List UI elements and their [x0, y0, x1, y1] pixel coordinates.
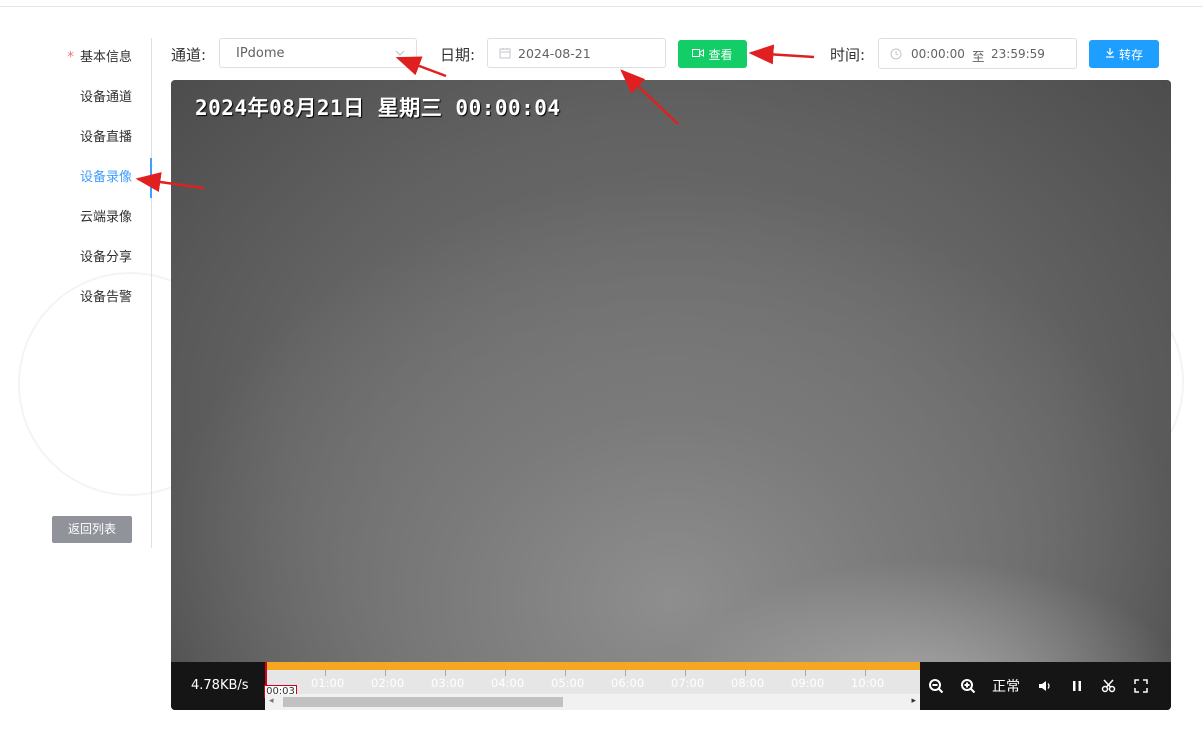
time-start-value: 00:00:00: [911, 47, 965, 61]
sidebar-active-indicator: [150, 158, 152, 198]
sidebar-nav: * 基本信息 设备通道 设备直播 设备录像 云端录像 设备分享 设备告警 返回列…: [0, 38, 152, 548]
sidebar-item-label: 基本信息: [79, 50, 132, 65]
channel-label: 通道:: [171, 46, 207, 64]
timeline-tick-label: 03:00: [431, 676, 465, 690]
sidebar-item-device-share[interactable]: 设备分享: [80, 238, 132, 278]
video-osd-timestamp: 2024年08月21日 星期三 00:00:04: [195, 96, 561, 120]
view-button-label: 查看: [708, 47, 733, 62]
video-player[interactable]: 2024年08月21日 星期三 00:00:04 4.78KB/s 01:00 0…: [171, 80, 1171, 710]
timeline-tick-label: 04:00: [491, 676, 525, 690]
timeline-ticks: 01:00 02:00 03:00 04:00 05:00 06:00 07:00 08:00…: [265, 670, 920, 692]
timeline-tick-label: 08:00: [731, 676, 765, 690]
bitrate-display: 4.78KB/s: [191, 678, 249, 693]
sidebar-item-label: 云端录像: [79, 210, 132, 225]
timeline-tick-label: 02:00: [371, 676, 405, 690]
playback-timeline[interactable]: 01:00 02:00 03:00 04:00 05:00 06:00 07:00 08:00…: [264, 662, 920, 710]
pause-icon[interactable]: [1071, 674, 1083, 698]
sidebar-divider: [151, 38, 152, 548]
save-button[interactable]: 转存: [1089, 40, 1159, 68]
scrollbar-thumb[interactable]: [283, 697, 563, 707]
player-control-bar: 4.78KB/s 01:00 02:00 03:00 04:00 05:00 06:00 0…: [171, 662, 1171, 710]
zoom-in-icon[interactable]: [960, 674, 976, 698]
video-camera-icon: [692, 47, 705, 61]
sidebar-item-basic-info[interactable]: * 基本信息: [67, 38, 132, 78]
date-picker[interactable]: 2024-08-21: [487, 38, 666, 68]
recording-segment: [265, 662, 920, 670]
sidebar-item-label: 设备告警: [79, 290, 132, 305]
scroll-right-icon[interactable]: ▸: [911, 696, 916, 706]
timeline-tick-label: 06:00: [611, 676, 645, 690]
date-label: 日期:: [440, 46, 476, 64]
sidebar-item-label: 设备录像: [79, 170, 132, 185]
sidebar-item-label: 设备直播: [79, 130, 132, 145]
time-label: 时间:: [830, 46, 866, 64]
screenshot-scissors-icon[interactable]: [1100, 674, 1118, 698]
sidebar-item-label: 设备分享: [79, 250, 132, 265]
time-separator: 至: [972, 49, 985, 64]
sidebar-item-label: 设备通道: [79, 90, 132, 105]
sidebar-item-device-live[interactable]: 设备直播: [80, 118, 132, 158]
time-range-picker[interactable]: 00:00:00 至 23:59:59: [878, 38, 1077, 69]
back-to-list-button[interactable]: 返回列表: [52, 516, 132, 543]
timeline-tick-label: 10:00: [851, 676, 885, 690]
required-mark: *: [67, 50, 74, 65]
channel-select[interactable]: IPdome: [219, 38, 417, 68]
timeline-tick-label: 09:00: [791, 676, 825, 690]
timeline-tick-label: 05:00: [551, 676, 585, 690]
sidebar-item-device-channel[interactable]: 设备通道: [80, 78, 132, 118]
timeline-tick-label: 07:00: [671, 676, 705, 690]
channel-select-value: IPdome: [236, 46, 285, 61]
sidebar-item-device-alarm[interactable]: 设备告警: [80, 278, 132, 318]
volume-icon[interactable]: [1037, 674, 1053, 698]
sidebar-item-cloud-recording[interactable]: 云端录像: [80, 198, 132, 238]
clock-icon: [890, 48, 902, 60]
download-icon: [1105, 47, 1115, 61]
chevron-down-icon: [394, 47, 406, 59]
arrow-to-view: [748, 44, 815, 65]
scroll-left-icon[interactable]: ◂: [269, 696, 274, 706]
date-value: 2024-08-21: [518, 46, 591, 61]
zoom-out-icon[interactable]: [928, 674, 944, 698]
calendar-icon: [499, 47, 511, 59]
playback-rate-button[interactable]: 正常: [992, 674, 1020, 698]
timeline-scrollbar[interactable]: ◂ ▸: [265, 694, 920, 710]
view-button[interactable]: 查看: [678, 40, 747, 68]
time-end-value: 23:59:59: [991, 47, 1045, 61]
fullscreen-icon[interactable]: [1134, 674, 1148, 698]
timeline-tick-label: 01:00: [311, 676, 345, 690]
sidebar-item-device-recording[interactable]: 设备录像: [80, 158, 132, 198]
top-divider: [0, 6, 1203, 7]
save-button-label: 转存: [1118, 47, 1143, 62]
